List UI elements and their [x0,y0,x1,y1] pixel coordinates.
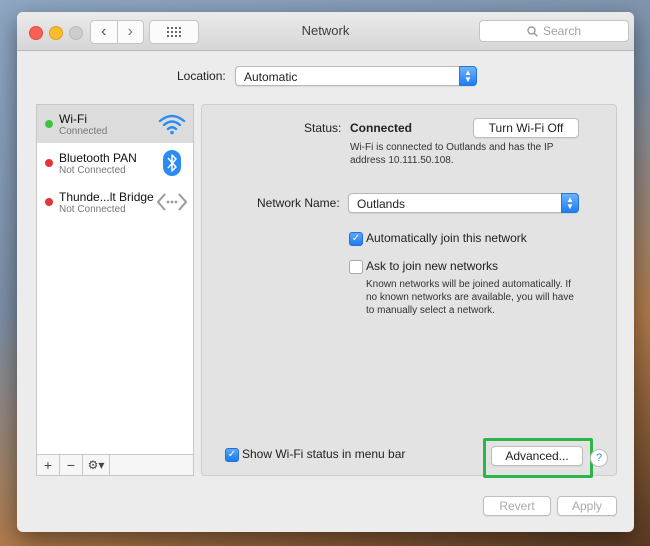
network-name-value: Outlands [357,197,406,211]
wifi-icon [157,111,187,137]
network-preferences-window: ‹ › Network Search Location: Automatic ▲… [17,12,634,532]
service-status: Connected [59,126,108,137]
revert-button[interactable]: Revert [483,496,551,516]
location-popup[interactable]: Automatic ▲ ▼ [235,66,477,86]
service-status: Not Connected [59,204,126,215]
status-description-line-2: address 10.111.50.108. [350,155,454,166]
service-item-thunderbolt-bridge[interactable]: Thunde...lt Bridge Not Connected [37,183,193,221]
ask-join-checkbox[interactable] [349,260,363,274]
advanced-button[interactable]: Advanced... [491,446,583,466]
auto-join-label: Automatically join this network [366,231,527,245]
network-name-popup[interactable]: Outlands ▲ ▼ [348,193,579,213]
auto-join-checkbox[interactable]: ✓ [349,232,363,246]
location-label: Location: [177,69,226,83]
service-list: Wi-Fi Connected Bluetooth PAN Not Connec… [36,104,194,456]
ask-join-label: Ask to join new networks [366,259,499,273]
search-icon [527,25,538,37]
ask-join-description-line-2: no known networks are available, you wil… [366,292,574,303]
service-item-wifi[interactable]: Wi-Fi Connected [37,105,193,143]
add-service-button[interactable]: + [37,455,60,475]
service-status: Not Connected [59,165,126,176]
status-dot-icon [45,159,53,167]
status-label: Status: [304,121,342,135]
status-dot-icon [45,120,53,128]
show-wifi-status-checkbox[interactable]: ✓ [225,448,239,462]
popup-arrows-icon: ▲ ▼ [459,66,477,86]
status-description-line-1: Wi-Fi is connected to Outlands and has t… [350,142,554,153]
remove-service-button[interactable]: − [60,455,83,475]
show-wifi-status-label: Show Wi-Fi status in menu bar [242,447,406,461]
thunderbolt-bridge-icon [157,189,187,215]
service-item-bluetooth-pan[interactable]: Bluetooth PAN Not Connected [37,144,193,182]
apply-button[interactable]: Apply [557,496,617,516]
turn-wifi-off-button[interactable]: Turn Wi-Fi Off [473,118,579,138]
network-name-label: Network Name: [257,196,340,210]
gear-icon[interactable]: ⚙▾ [83,455,110,475]
titlebar: ‹ › Network Search [17,12,634,51]
bluetooth-icon [157,150,187,176]
service-name: Wi-Fi [59,112,87,126]
status-value: Connected [350,121,413,135]
service-name: Thunde...lt Bridge [59,190,154,204]
status-dot-icon [45,198,53,206]
search-placeholder: Search [542,24,582,38]
help-button[interactable]: ? [590,449,608,467]
service-name: Bluetooth PAN [59,151,137,165]
ask-join-description-line-1: Known networks will be joined automatica… [366,279,571,290]
service-list-toolbar: + − ⚙▾ [36,454,194,476]
location-value: Automatic [244,70,298,84]
ask-join-description-line-3: to manually select a network. [366,305,495,316]
popup-arrows-icon: ▲ ▼ [561,193,579,213]
search-field[interactable]: Search [479,20,629,42]
